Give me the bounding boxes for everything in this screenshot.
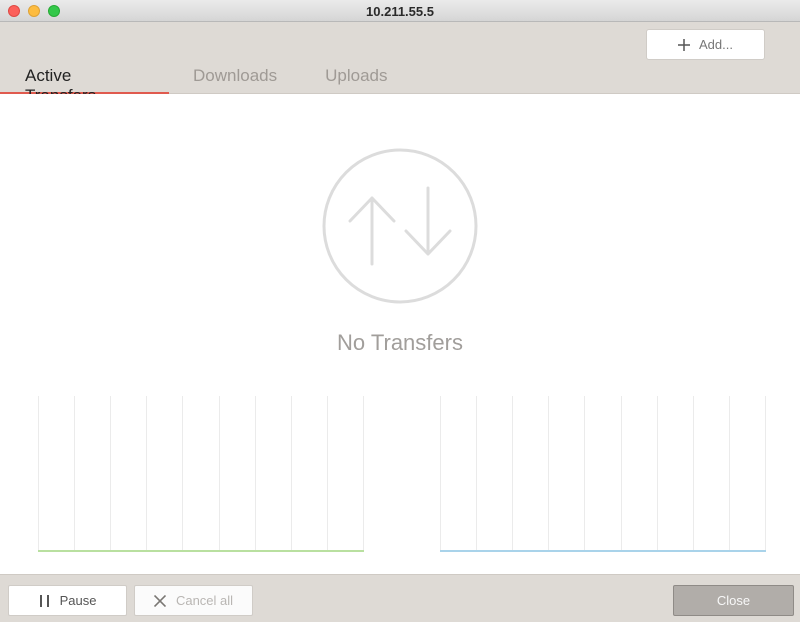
transfers-panel: No Transfers [0,94,800,574]
tab-label: Downloads [193,66,278,85]
graph-gridline [548,396,549,550]
graph-gridline [729,396,730,550]
graph-gridline [657,396,658,550]
close-button[interactable]: Close [673,585,794,616]
graph-gridline [38,396,39,550]
graph-gridline [440,396,441,550]
graph-gridline [255,396,256,550]
graph-gridline [219,396,220,550]
empty-state-message: No Transfers [337,330,463,355]
tab-downloads[interactable]: Downloads [169,66,301,94]
graph-gridline [291,396,292,550]
tab-uploads[interactable]: Uploads [301,66,411,94]
toolbar: Add... Active Transfers Downloads Upload… [0,22,800,105]
graph-gridline [476,396,477,550]
graph-gridline [621,396,622,550]
x-icon [153,594,166,607]
graph-gridline [327,396,328,550]
graph-gridline [182,396,183,550]
graph-gridline [74,396,75,550]
footer-bar: Pause Cancel all Close [0,574,800,622]
tab-label: Uploads [325,66,388,85]
graph-gridline [693,396,694,550]
graph-gridline [146,396,147,550]
pause-icon [39,594,50,607]
graph-gridline [110,396,111,550]
tab-active-transfers[interactable]: Active Transfers [0,66,169,105]
pause-button-label: Pause [59,593,97,608]
transfers-window: 10.211.55.5 Add... Active Transfers Down… [0,0,800,622]
add-button[interactable]: Add... [646,29,765,60]
download-graph-baseline [38,550,364,552]
tab-bar: Active Transfers Downloads Uploads [0,66,411,105]
upload-graph-baseline [440,550,766,552]
pause-button[interactable]: Pause [8,585,127,616]
close-button-label: Close [716,593,751,608]
graph-gridline [584,396,585,550]
cancel-all-button-label: Cancel all [175,593,234,608]
plus-icon [678,38,691,51]
upload-speed-graph [440,396,766,552]
cancel-all-button[interactable]: Cancel all [134,585,253,616]
window-title: 10.211.55.5 [366,4,434,19]
add-button-label: Add... [699,37,733,52]
download-speed-graph [38,396,364,552]
title-bar: 10.211.55.5 [0,0,800,22]
graph-gridline [363,396,364,550]
graph-gridline [512,396,513,550]
transfer-arrows-icon [321,147,479,305]
graph-gridline [765,396,766,550]
